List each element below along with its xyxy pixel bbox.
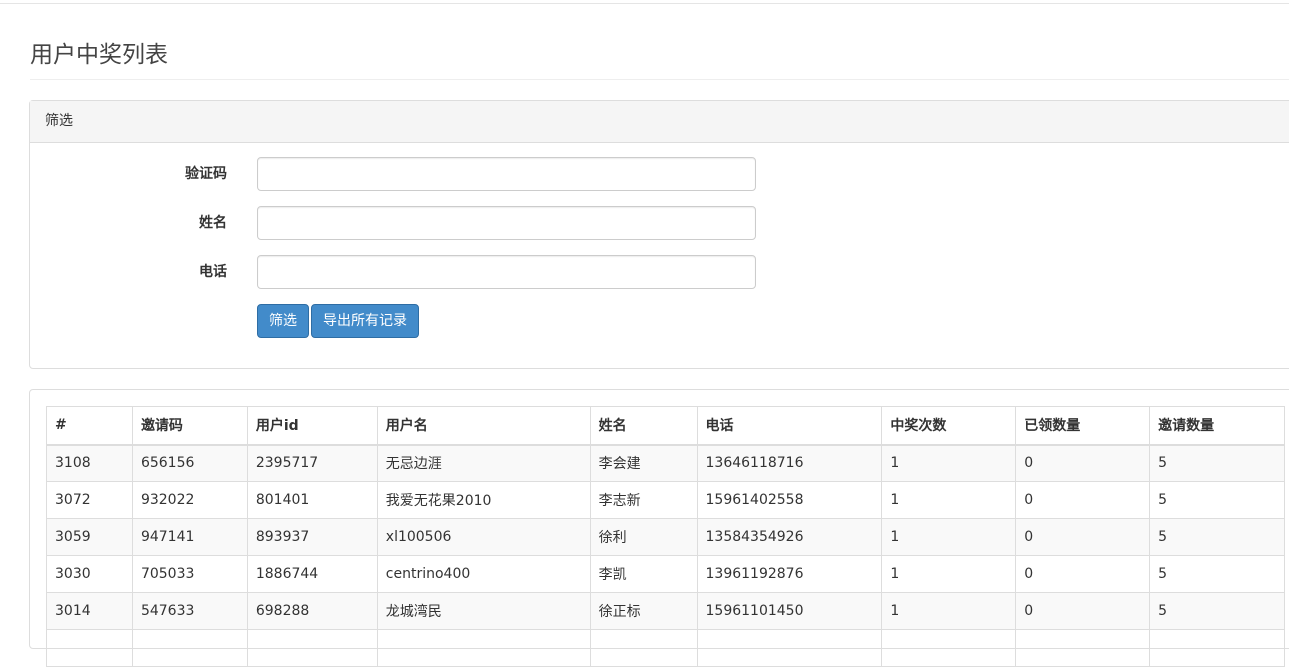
- cell-username: 我爱无花果2010: [376, 481, 591, 519]
- page-header: 用户中奖列表: [30, 38, 1289, 80]
- cell-invite-count: 5: [1149, 555, 1285, 593]
- cell-name: 李凯: [589, 555, 698, 593]
- cell-invite-code: 932022: [131, 481, 248, 519]
- col-header-win-count[interactable]: 中奖次数: [881, 406, 1017, 446]
- code-label: 验证码: [185, 166, 227, 182]
- cell-user-id: [246, 629, 378, 667]
- cell-claimed-count: 0: [1015, 592, 1151, 630]
- page-title: 用户中奖列表: [30, 42, 168, 68]
- cell-phone: 15961402558: [696, 481, 883, 519]
- cell-phone: 13961192876: [696, 555, 883, 593]
- name-label: 姓名: [199, 215, 227, 231]
- cell-invite-count: 5: [1149, 481, 1285, 519]
- table-header-row: # 邀请码 用户id 用户名 姓名 电话 中奖次数 已领数量 邀请数量: [46, 406, 1285, 446]
- cell-win-count: [881, 629, 1017, 667]
- cell-invite-code: 705033: [131, 555, 248, 593]
- code-input[interactable]: [257, 157, 756, 191]
- name-input[interactable]: [257, 206, 756, 240]
- cell-id: 3072: [46, 481, 133, 519]
- cell-username: [376, 629, 591, 667]
- cell-phone: 13646118716: [696, 444, 883, 482]
- cell-id: 3030: [46, 555, 133, 593]
- cell-id: 3014: [46, 592, 133, 630]
- col-header-phone[interactable]: 电话: [696, 406, 883, 446]
- phone-input[interactable]: [257, 255, 756, 289]
- col-header-claimed-count[interactable]: 已领数量: [1015, 406, 1151, 446]
- cell-username: 无忌边涯: [376, 444, 591, 482]
- cell-claimed-count: 0: [1015, 444, 1151, 482]
- col-header-user-id[interactable]: 用户id: [246, 406, 378, 446]
- col-header-id[interactable]: #: [46, 406, 133, 446]
- cell-username: centrino400: [376, 555, 591, 593]
- cell-name: 李志新: [589, 481, 698, 519]
- col-header-invite-code[interactable]: 邀请码: [131, 406, 248, 446]
- filter-panel-heading: 筛选: [30, 101, 1289, 143]
- cell-invite-count: [1149, 629, 1285, 667]
- cell-invite-count: 5: [1149, 444, 1285, 482]
- table-row: [46, 629, 1285, 667]
- cell-name: 徐利: [589, 518, 698, 556]
- cell-name: [589, 629, 698, 667]
- form-row-phone: 电话: [30, 255, 1289, 289]
- table-row: 3030 705033 1886744 centrino400 李凯 13961…: [46, 555, 1285, 593]
- table-row: 3014 547633 698288 龙城湾民 徐正标 15961101450 …: [46, 592, 1285, 630]
- table-row: 3108 656156 2395717 无忌边涯 李会建 13646118716…: [46, 444, 1285, 482]
- filter-panel: 筛选 验证码 姓名 电话 筛选 导出所有记录: [29, 100, 1289, 369]
- filter-button[interactable]: 筛选: [257, 304, 309, 338]
- cell-user-id: 2395717: [246, 444, 378, 482]
- cell-id: 3059: [46, 518, 133, 556]
- cell-user-id: 801401: [246, 481, 378, 519]
- export-all-button[interactable]: 导出所有记录: [311, 304, 419, 338]
- cell-invite-code: 947141: [131, 518, 248, 556]
- cell-invite-code: 656156: [131, 444, 248, 482]
- cell-invite-code: 547633: [131, 592, 248, 630]
- col-header-username[interactable]: 用户名: [376, 406, 591, 446]
- cell-claimed-count: [1015, 629, 1151, 667]
- filter-actions: 筛选 导出所有记录: [257, 304, 421, 338]
- cell-id: 3108: [46, 444, 133, 482]
- cell-user-id: 698288: [246, 592, 378, 630]
- cell-invite-code: [131, 629, 248, 667]
- cell-win-count: 1: [881, 481, 1017, 519]
- form-row-code: 验证码: [30, 157, 1289, 191]
- cell-username: xl100506: [376, 518, 591, 556]
- cell-win-count: 1: [881, 518, 1017, 556]
- cell-phone: 15961101450: [696, 592, 883, 630]
- cell-win-count: 1: [881, 555, 1017, 593]
- cell-win-count: 1: [881, 444, 1017, 482]
- cell-user-id: 1886744: [246, 555, 378, 593]
- table-row: 3072 932022 801401 我爱无花果2010 李志新 1596140…: [46, 481, 1285, 519]
- cell-phone: [696, 629, 883, 667]
- cell-name: 徐正标: [589, 592, 698, 630]
- cell-username: 龙城湾民: [376, 592, 591, 630]
- table-row: 3059 947141 893937 xl100506 徐利 135843549…: [46, 518, 1285, 556]
- top-divider: [0, 3, 1289, 4]
- cell-name: 李会建: [589, 444, 698, 482]
- cell-invite-count: 5: [1149, 518, 1285, 556]
- cell-phone: 13584354926: [696, 518, 883, 556]
- results-panel: # 邀请码 用户id 用户名 姓名 电话 中奖次数 已领数量 邀请数量 3108…: [29, 389, 1289, 667]
- cell-user-id: 893937: [246, 518, 378, 556]
- phone-label: 电话: [199, 264, 227, 280]
- cell-claimed-count: 0: [1015, 518, 1151, 556]
- cell-invite-count: 5: [1149, 592, 1285, 630]
- cell-id: [46, 629, 133, 667]
- col-header-name[interactable]: 姓名: [589, 406, 698, 446]
- form-row-name: 姓名: [30, 206, 1289, 240]
- winners-table: # 邀请码 用户id 用户名 姓名 电话 中奖次数 已领数量 邀请数量 3108…: [46, 406, 1285, 667]
- cell-claimed-count: 0: [1015, 555, 1151, 593]
- cell-claimed-count: 0: [1015, 481, 1151, 519]
- cell-win-count: 1: [881, 592, 1017, 630]
- col-header-invite-count[interactable]: 邀请数量: [1149, 406, 1285, 446]
